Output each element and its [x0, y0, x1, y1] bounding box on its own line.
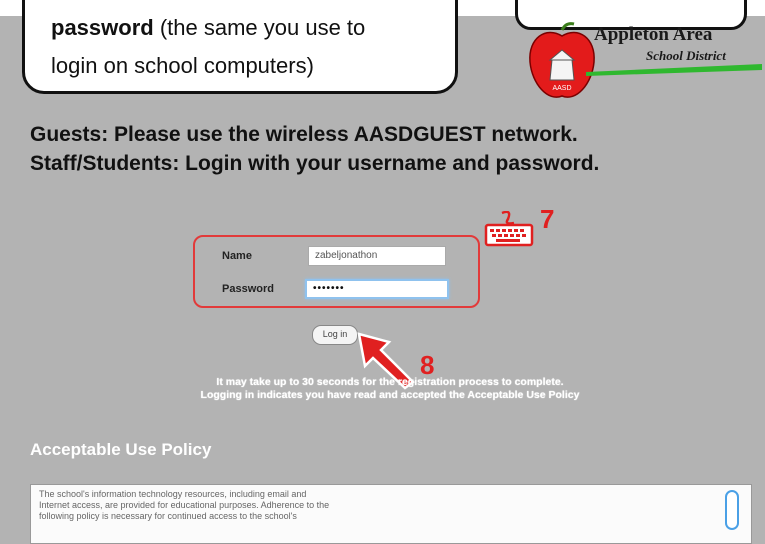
name-label: Name — [222, 250, 252, 262]
callout-line-2: login on school computers) — [51, 53, 314, 78]
page-headline: Guests: Please use the wireless AASDGUES… — [30, 120, 750, 178]
aup-line-2: Internet access, are provided for educat… — [39, 500, 330, 510]
instruction-callout: password (the same you use to login on s… — [22, 0, 458, 94]
logo-swoosh — [586, 64, 762, 76]
step-7-label: 7 — [540, 204, 555, 234]
logo-title: Appleton Area — [594, 24, 713, 45]
callout-line-1: password (the same you use to — [51, 15, 366, 40]
aup-line-3: following policy is necessary for contin… — [39, 511, 297, 521]
apple-label: AASD — [552, 85, 571, 92]
login-button[interactable]: Log in — [312, 325, 358, 345]
aup-scrollbar[interactable] — [725, 490, 739, 530]
password-field[interactable]: ••••••• — [305, 279, 449, 299]
login-notice: It may take up to 30 seconds for the reg… — [100, 376, 680, 402]
password-label: Password — [222, 283, 274, 295]
keyboard-icon — [484, 211, 534, 247]
aup-line-1: The school's information technology reso… — [39, 489, 307, 499]
notice-line-2: Logging in indicates you have read and a… — [200, 389, 580, 401]
headline-guests: Guests: Please use the wireless AASDGUES… — [30, 123, 578, 146]
aup-textbox[interactable]: The school's information technology reso… — [30, 484, 752, 544]
notice-line-1: It may take up to 30 seconds for the reg… — [216, 376, 564, 388]
district-logo: AASD Appleton Area School District — [526, 22, 762, 104]
name-field[interactable]: zabeljonathon — [308, 246, 446, 266]
aup-heading: Acceptable Use Policy — [30, 440, 212, 459]
headline-staff: Staff/Students: Login with your username… — [30, 152, 600, 175]
